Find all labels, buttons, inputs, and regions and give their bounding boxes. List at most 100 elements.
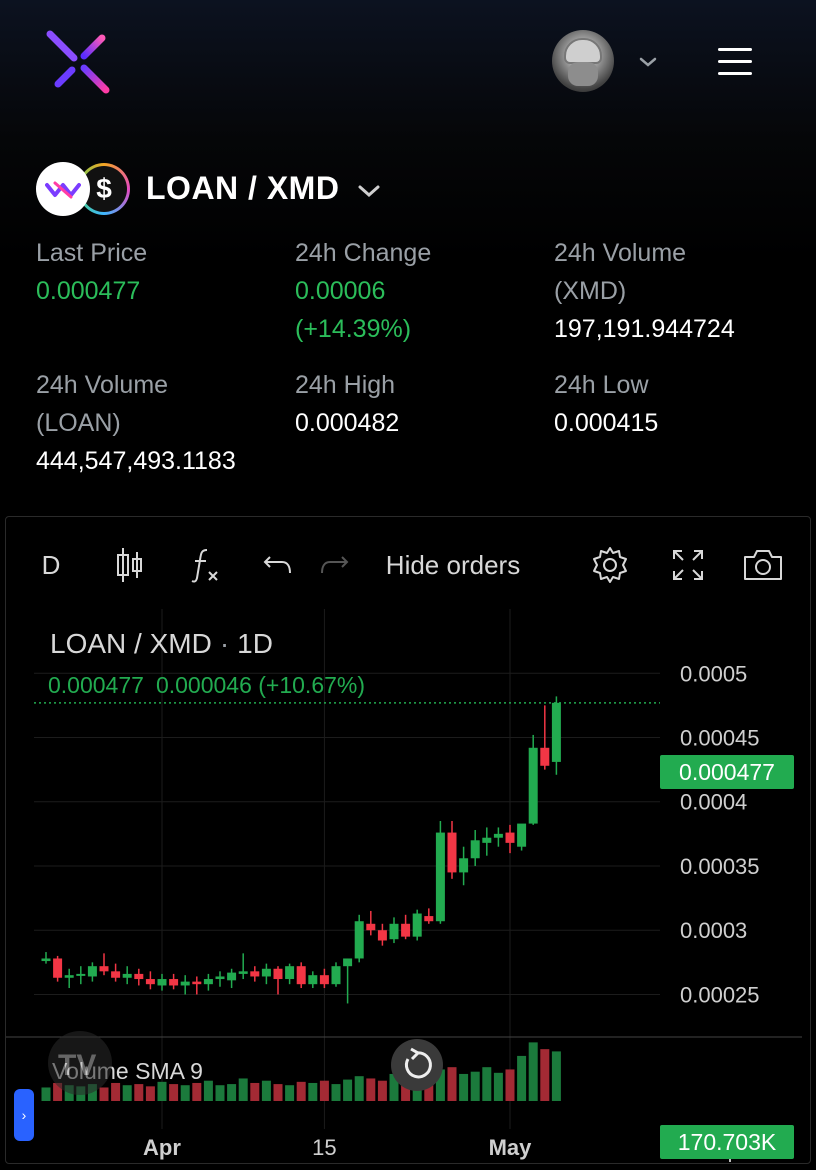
interval-button[interactable]: D [36, 545, 66, 585]
volume-bar [319, 1080, 329, 1101]
volume-bar [122, 1085, 132, 1101]
pair-title: LOAN / XMD [146, 170, 340, 206]
candle-body [192, 981, 202, 985]
candle-body [157, 979, 167, 986]
expand-panel-chevron-icon[interactable]: › [14, 1089, 34, 1141]
brand-logo-icon[interactable] [44, 28, 114, 98]
candles-icon[interactable] [110, 545, 150, 585]
avatar[interactable] [552, 30, 616, 94]
hamburger-menu-icon[interactable] [718, 48, 756, 78]
stat-value: 0.000482 [295, 409, 400, 437]
volume-bar [505, 1069, 515, 1101]
chart-toolbar: D Hide orders [6, 517, 810, 609]
candlestick-chart[interactable]: 0.00050.000450.00040.000350.00030.00025 … [6, 609, 811, 1164]
candle-body [53, 958, 63, 978]
candle-body [389, 923, 399, 940]
volume-bar [111, 1082, 121, 1101]
candle-body [134, 973, 144, 980]
price-tick-label: 0.0004 [680, 790, 747, 815]
volume-bar [273, 1084, 283, 1101]
candle-body [551, 702, 561, 762]
top-bar [0, 0, 816, 130]
camera-icon[interactable] [740, 545, 786, 585]
volume-bar [343, 1079, 353, 1101]
candle-body [76, 973, 86, 976]
candle-body [377, 930, 387, 941]
stat-value: 0.000415 [554, 409, 659, 437]
hide-orders-button[interactable]: Hide orders [378, 545, 528, 585]
candle-body [180, 981, 190, 986]
volume-bar [551, 1051, 561, 1101]
chart-area[interactable]: 0.0005 0.00045 0.0004 0.00035 0.0003 0.00025 … [6, 609, 811, 1164]
pair-icons: $ [34, 160, 134, 220]
price-tick-label: 0.0005 [680, 661, 747, 686]
volume-bar [285, 1085, 295, 1101]
undo-icon[interactable] [260, 545, 296, 585]
candle-body [412, 913, 422, 937]
legend-symbol: LOAN / XMD · 1D [50, 628, 273, 659]
xmd-symbol: $ [96, 173, 112, 204]
volume-bar [203, 1080, 213, 1101]
last-price-badge: 0.000477 [660, 755, 794, 789]
candle-body [111, 971, 121, 978]
chevron-down-icon[interactable] [636, 50, 660, 74]
candle-body [227, 972, 237, 981]
pair-chevron-down-icon[interactable] [354, 176, 384, 206]
svg-text:TV: TV [58, 1049, 96, 1082]
candle-body [41, 958, 51, 962]
volume-bar [366, 1078, 376, 1101]
time-axis: Apr 15 May [143, 1135, 532, 1160]
reset-chart-icon[interactable] [391, 1039, 443, 1091]
volume-bar [215, 1085, 225, 1101]
volume-bar [238, 1078, 248, 1101]
candle-body [238, 971, 248, 974]
stat-last-price: Last Price 0.000477 [36, 234, 147, 310]
price-tick-label: 0.0003 [680, 918, 747, 943]
tradingview-watermark-icon: TV [48, 1031, 112, 1095]
volume-bar [145, 1086, 155, 1101]
volume-bar [540, 1049, 550, 1101]
candle-body [145, 979, 155, 985]
volume-bar [377, 1080, 387, 1101]
stat-label: 24h High [295, 371, 396, 399]
candle-body [273, 968, 283, 980]
stat-label: 24h Volume [36, 371, 169, 399]
candle-body [517, 823, 527, 847]
volume-bar [447, 1067, 457, 1101]
loan-token-icon [36, 162, 90, 216]
candles [41, 696, 561, 1004]
fullscreen-icon[interactable] [666, 545, 710, 585]
pair-selector[interactable]: $ LOAN / XMD [34, 160, 794, 220]
candle-body [250, 971, 260, 977]
time-tick-label: 15 [312, 1135, 336, 1160]
stat-24h-volume-loan: 24h Volume (LOAN) 444,547,493.1183 [36, 366, 236, 480]
candle-body [459, 858, 469, 873]
price-tick-label: 0.00025 [680, 982, 760, 1007]
indicators-icon[interactable] [186, 545, 226, 585]
stat-label: 24h Volume [554, 239, 687, 267]
time-tick-label: Apr [143, 1135, 181, 1160]
candle-body [470, 840, 480, 859]
redo-icon[interactable] [316, 545, 352, 585]
volume-bar [41, 1087, 51, 1101]
stat-label-unit: (XMD) [554, 277, 627, 305]
volume-bar [459, 1073, 469, 1101]
candle-body [261, 968, 271, 977]
volume-bar [227, 1084, 237, 1101]
settings-icon[interactable] [588, 545, 632, 585]
price-axis: 0.0005 0.00045 0.0004 0.00035 0.0003 0.00025 [680, 661, 760, 1007]
candle-body [366, 923, 376, 931]
candle-body [87, 966, 97, 977]
candle-body [354, 921, 364, 959]
chart-widget: D Hide orders 0.0005 0.00045 0.0004 0.00… [5, 516, 811, 1164]
stat-24h-high: 24h High 0.000482 [295, 366, 399, 442]
candle-body [64, 975, 74, 978]
volume-bar [517, 1055, 527, 1101]
volume-bar [157, 1081, 167, 1101]
candle-body [528, 747, 538, 824]
candle-body [493, 833, 503, 838]
candle-body [401, 923, 411, 937]
candle-body [203, 979, 213, 985]
candle-body [308, 975, 318, 985]
volume-bar [470, 1071, 480, 1101]
